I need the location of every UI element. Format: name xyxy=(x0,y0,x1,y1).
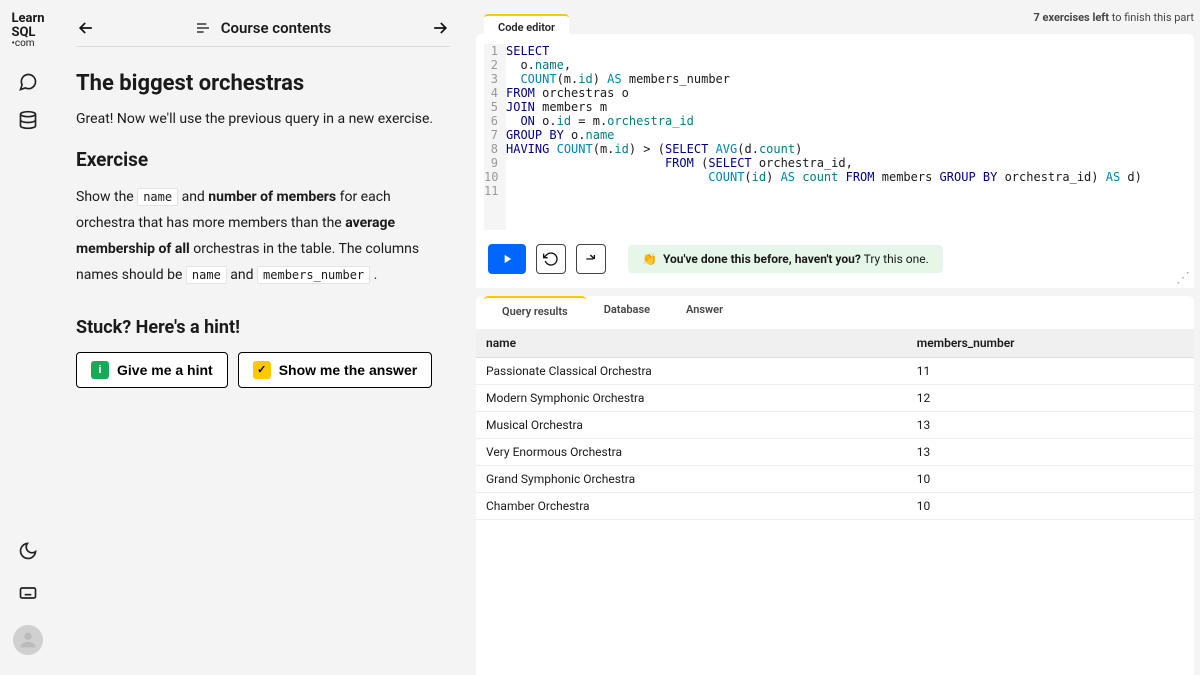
prev-icon[interactable] xyxy=(76,18,96,38)
table-row: Musical Orchestra13 xyxy=(476,412,1194,439)
answer-button[interactable]: ✓Show me the answer xyxy=(238,352,432,388)
resize-grip-icon[interactable]: ⋰ xyxy=(1176,270,1190,286)
reset-button[interactable] xyxy=(536,244,566,274)
database-icon[interactable] xyxy=(18,110,38,130)
line-gutter: 1234567891011 xyxy=(484,44,506,230)
table-row: Grand Symphonic Orchestra10 xyxy=(476,466,1194,493)
tab-database[interactable]: Database xyxy=(586,296,668,325)
progress-text: 7 exercises left to finish this part xyxy=(470,0,1200,34)
keyboard-icon[interactable] xyxy=(18,583,38,603)
table-row: Very Enormous Orchestra13 xyxy=(476,439,1194,466)
tab-answer[interactable]: Answer xyxy=(668,296,741,325)
exercise-text: Show the name and number of members for … xyxy=(76,185,450,289)
logo[interactable]: LearnSQL•com xyxy=(9,8,46,54)
exercise-heading: Exercise xyxy=(76,148,450,171)
next-icon[interactable] xyxy=(430,18,450,38)
table-row: Modern Symphonic Orchestra12 xyxy=(476,385,1194,412)
results-table: name members_number Passionate Classical… xyxy=(476,329,1194,520)
intro-text: Great! Now we'll use the previous query … xyxy=(76,108,450,130)
clap-icon: 👏 xyxy=(642,252,657,266)
refresh-icon xyxy=(543,251,559,267)
moon-icon[interactable] xyxy=(18,541,38,561)
info-icon: i xyxy=(91,361,109,379)
avatar[interactable] xyxy=(13,625,43,655)
feedback-banner: 👏 You've done this before, haven't you? … xyxy=(628,245,943,273)
side-rail: LearnSQL•com xyxy=(0,0,56,675)
editor-tab[interactable]: Code editor xyxy=(484,14,569,39)
lesson-nav: Course contents xyxy=(76,0,450,47)
contents-button[interactable]: Course contents xyxy=(195,19,332,37)
menu-icon xyxy=(195,20,211,36)
col-members: members_number xyxy=(907,329,1194,358)
table-row: Chamber Orchestra10 xyxy=(476,493,1194,520)
check-icon: ✓ xyxy=(253,361,271,379)
hint-button[interactable]: iGive me a hint xyxy=(76,352,228,388)
tab-query-results[interactable]: Query results xyxy=(484,296,586,325)
forward-button[interactable] xyxy=(576,244,606,274)
table-row: Passionate Classical Orchestra11 xyxy=(476,358,1194,385)
chat-icon[interactable] xyxy=(18,72,38,92)
arrow-right-up-icon xyxy=(583,251,599,267)
hint-heading: Stuck? Here's a hint! xyxy=(76,317,450,338)
results-panel: Query results Database Answer name membe… xyxy=(476,296,1194,675)
code-editor: Code editor 1234567891011 SELECT o.name,… xyxy=(476,34,1194,288)
page-title: The biggest orchestras xyxy=(76,71,450,96)
run-button[interactable] xyxy=(488,244,526,274)
code-area[interactable]: SELECT o.name, COUNT(m.id) AS members_nu… xyxy=(506,44,1142,230)
col-name: name xyxy=(476,329,907,358)
lesson-panel: Course contents The biggest orchestras G… xyxy=(56,0,470,675)
